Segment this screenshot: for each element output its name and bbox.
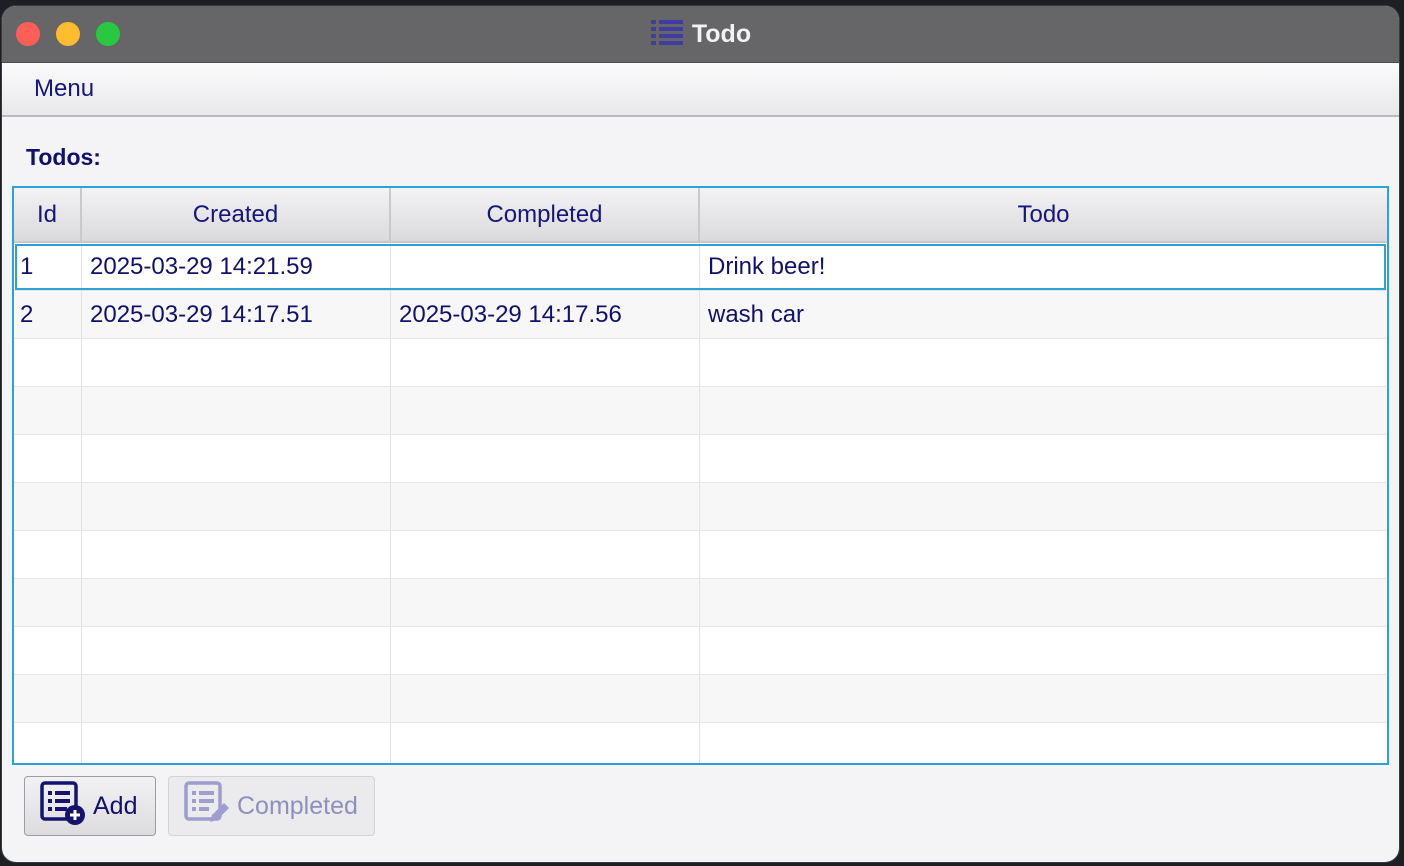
cell-created: 2025-03-29 14:21.59 [82, 243, 391, 290]
cell-todo [700, 387, 1387, 434]
empty-table-row[interactable] [14, 339, 1387, 387]
empty-table-row[interactable] [14, 579, 1387, 627]
cell-id [14, 531, 82, 578]
cell-id: 1 [14, 243, 82, 290]
cell-completed [391, 243, 700, 290]
edit-list-icon [183, 780, 231, 833]
column-header-id[interactable]: Id [14, 188, 82, 241]
cell-completed [391, 627, 700, 674]
window-title-group: Todo [2, 6, 1399, 62]
empty-table-row[interactable] [14, 483, 1387, 531]
cell-id [14, 675, 82, 722]
add-button[interactable]: Add [24, 776, 156, 836]
empty-table-row[interactable] [14, 531, 1387, 579]
cell-id [14, 723, 82, 763]
cell-todo: wash car [708, 300, 805, 328]
cell-todo [700, 579, 1387, 626]
cell-created [82, 435, 391, 482]
table-row[interactable]: 1 2025-03-29 14:21.59 Drink beer! [14, 243, 1387, 291]
cell-completed [391, 531, 700, 578]
cell-created: 2025-03-29 14:17.51 [82, 291, 391, 338]
todos-heading: Todos: [26, 144, 101, 170]
app-window: Todo Menu Todos: Id Created Completed To… [2, 6, 1399, 862]
cell-created [82, 387, 391, 434]
add-button-label: Add [93, 791, 138, 820]
cell-id [14, 339, 82, 386]
cell-created [82, 723, 391, 763]
cell-id [14, 387, 82, 434]
todos-table[interactable]: Id Created Completed Todo 1 2025-03-29 14… [12, 186, 1389, 765]
empty-table-row[interactable] [14, 723, 1387, 763]
empty-table-row[interactable] [14, 387, 1387, 435]
cell-id: 2 [14, 291, 82, 338]
cell-created [82, 339, 391, 386]
column-header-created[interactable]: Created [82, 188, 391, 241]
cell-id [14, 483, 82, 530]
table-row[interactable]: 2 2025-03-29 14:17.51 2025-03-29 14:17.56 w… [14, 291, 1387, 339]
window-title: Todo [691, 19, 752, 48]
cell-completed [391, 387, 700, 434]
menu-item-menu[interactable]: Menu [34, 75, 94, 103]
cell-created [82, 579, 391, 626]
add-list-icon [39, 780, 87, 833]
list-icon [650, 17, 684, 52]
cell-created [82, 627, 391, 674]
cell-id [14, 435, 82, 482]
cell-todo [700, 531, 1387, 578]
cell-id [14, 627, 82, 674]
cell-completed [391, 435, 700, 482]
cell-todo: Drink beer! [708, 252, 826, 280]
cell-completed [391, 483, 700, 530]
cell-created [82, 483, 391, 530]
title-bar[interactable]: Todo [2, 6, 1399, 63]
column-header-completed[interactable]: Completed [391, 188, 700, 241]
completed-button-label: Completed [237, 791, 358, 820]
cell-todo [700, 627, 1387, 674]
cell-id [14, 579, 82, 626]
cell-completed [391, 723, 700, 763]
cell-todo [700, 483, 1387, 530]
cell-todo [700, 675, 1387, 722]
cell-created [82, 531, 391, 578]
menu-bar: Menu [2, 63, 1399, 117]
cell-completed [391, 579, 700, 626]
empty-table-row[interactable] [14, 435, 1387, 483]
cell-created [82, 675, 391, 722]
column-header-todo[interactable]: Todo [700, 188, 1387, 241]
cell-todo [700, 435, 1387, 482]
empty-table-row[interactable] [14, 675, 1387, 723]
cell-todo [700, 339, 1387, 386]
cell-completed [391, 339, 700, 386]
completed-button[interactable]: Completed [168, 776, 375, 836]
cell-todo [700, 723, 1387, 763]
cell-completed [391, 675, 700, 722]
empty-table-row[interactable] [14, 627, 1387, 675]
table-body: 1 2025-03-29 14:21.59 Drink beer! 2 2025-03-… [14, 243, 1387, 763]
table-header: Id Created Completed Todo [14, 188, 1387, 243]
cell-completed: 2025-03-29 14:17.56 [391, 291, 700, 338]
